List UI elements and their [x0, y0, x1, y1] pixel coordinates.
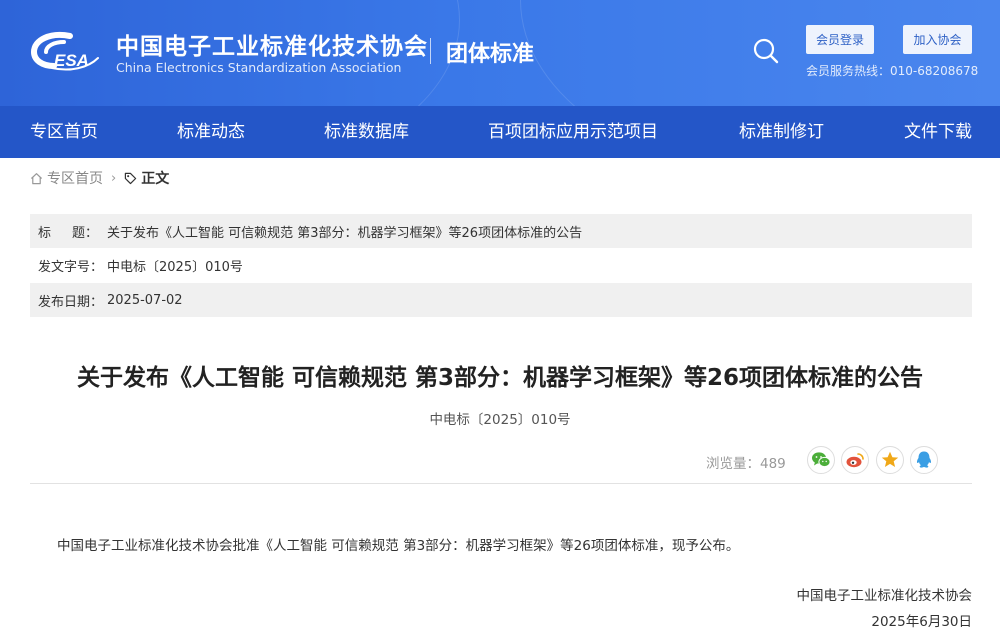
nav-item-news[interactable]: 标准动态	[177, 106, 245, 158]
join-association-button[interactable]: 加入协会	[903, 25, 972, 54]
member-login-button[interactable]: 会员登录	[806, 25, 874, 54]
breadcrumb-home-link[interactable]: 专区首页	[47, 168, 103, 188]
meta-date-value: 2025-07-02	[107, 292, 183, 308]
meta-title-value: 关于发布《人工智能 可信赖规范 第3部分：机器学习框架》等26项团体标准的公告	[107, 225, 583, 241]
nav-item-demo-projects[interactable]: 百项团标应用示范项目	[488, 106, 658, 158]
article-doc-number: 中电标〔2025〕010号	[429, 412, 571, 428]
meta-docno-label: 发文字号：	[38, 259, 104, 275]
member-hotline: 会员服务热线：010-68208678	[806, 64, 979, 78]
weibo-share-button[interactable]	[841, 446, 869, 474]
tag-icon	[124, 172, 137, 184]
site-header: ESA 中国电子工业标准化技术协会 China Electronics Stan…	[0, 0, 1000, 106]
article-title: 关于发布《人工智能 可信赖规范 第3部分：机器学习框架》等26项团体标准的公告	[76, 365, 924, 391]
qq-icon	[916, 451, 932, 468]
main-nav: 专区首页 标准动态 标准数据库 百项团标应用示范项目 标准制修订 文件下载	[0, 106, 1000, 158]
nav-item-downloads[interactable]: 文件下载	[904, 106, 972, 158]
nav-item-home[interactable]: 专区首页	[30, 106, 98, 158]
signature-organization: 中国电子工业标准化技术协会	[796, 588, 973, 604]
meta-date-row: 发布日期： 2025-07-02	[30, 283, 972, 317]
signature-date: 2025年6月30日	[871, 614, 972, 630]
meta-docno-value: 中电标〔2025〕010号	[107, 259, 243, 275]
site-subtitle: China Electronics Standardization Associ…	[116, 60, 402, 75]
meta-title-label: 标题：	[38, 225, 98, 241]
meta-date-label: 发布日期：	[38, 294, 104, 310]
esa-logo[interactable]: ESA	[30, 28, 102, 72]
content-divider	[30, 483, 972, 484]
meta-docno-row: 发文字号： 中电标〔2025〕010号	[30, 248, 972, 282]
nav-item-database[interactable]: 标准数据库	[324, 106, 409, 158]
nav-item-revision[interactable]: 标准制修订	[739, 106, 824, 158]
favorite-icon	[881, 451, 899, 467]
qq-share-button[interactable]	[910, 446, 938, 474]
article-body: 中国电子工业标准化技术协会批准《人工智能 可信赖规范 第3部分：机器学习框架》等…	[57, 538, 740, 554]
breadcrumb-current: 正文	[141, 171, 170, 187]
wechat-share-button[interactable]	[807, 446, 835, 474]
breadcrumb: 专区首页 › 正文	[30, 168, 169, 188]
wechat-icon	[812, 452, 831, 468]
meta-title-row: 标题： 关于发布《人工智能 可信赖规范 第3部分：机器学习框架》等26项团体标准…	[30, 214, 972, 248]
favorite-share-button[interactable]	[876, 446, 904, 474]
view-count: 浏览量：489	[706, 456, 786, 472]
title-divider	[430, 38, 431, 64]
chevron-right-icon: ›	[111, 170, 117, 186]
search-icon[interactable]	[752, 37, 780, 65]
section-title: 团体标准	[446, 42, 535, 67]
weibo-icon	[846, 453, 864, 468]
home-icon[interactable]	[30, 172, 43, 185]
site-title: 中国电子工业标准化技术协会	[116, 34, 428, 60]
